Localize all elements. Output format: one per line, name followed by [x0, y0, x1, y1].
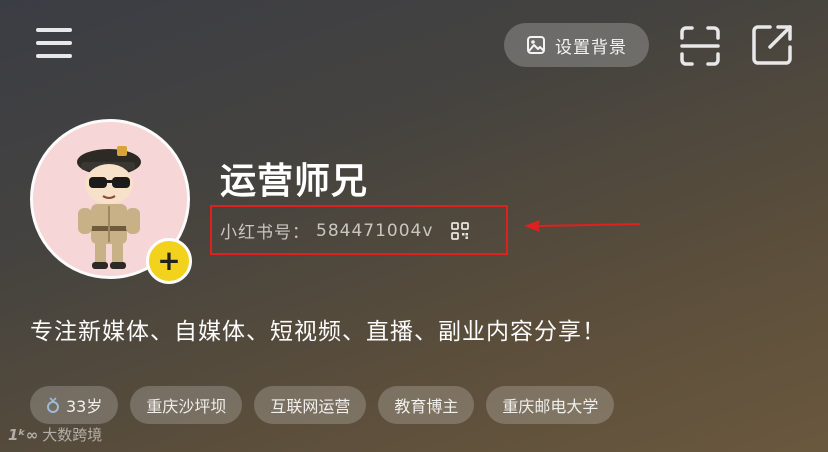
tag-occupation-label: 互联网运营	[270, 397, 351, 416]
watermark-logo: 1ᵏ∞	[8, 425, 39, 444]
hamburger-menu-icon[interactable]	[34, 26, 76, 62]
avatar-container: +	[30, 119, 192, 284]
tag-occupation[interactable]: 互联网运营	[254, 386, 367, 424]
tag-age[interactable]: 33岁	[30, 386, 119, 424]
watermark: 1ᵏ∞ 大数跨境	[8, 424, 102, 445]
tag-school-label: 重庆邮电大学	[502, 397, 599, 416]
plus-icon[interactable]: +	[146, 238, 192, 284]
ring-icon	[47, 397, 59, 413]
scan-icon[interactable]	[678, 24, 722, 68]
profile-bio: 专注新媒体、自媒体、短视频、直播、副业内容分享！	[30, 319, 606, 345]
tag-role-label: 教育博主	[394, 397, 459, 416]
tag-role[interactable]: 教育博主	[378, 386, 475, 424]
set-background-button[interactable]: 设置背景	[504, 23, 649, 67]
profile-tags: 33岁 重庆沙坪坝 互联网运营 教育博主 重庆邮电大学	[30, 386, 615, 424]
id-prefix: 小红书号：	[220, 223, 310, 243]
profile-name: 运营师兄	[220, 161, 369, 202]
id-value: 584471004v	[316, 220, 434, 241]
share-icon[interactable]	[750, 23, 794, 67]
annotation-arrow-icon	[524, 220, 641, 232]
tag-school[interactable]: 重庆邮电大学	[486, 386, 615, 424]
tag-location[interactable]: 重庆沙坪坝	[130, 386, 243, 424]
xiaohongshu-id: 小红书号： 584471004v	[220, 218, 470, 243]
tag-age-label: 33岁	[66, 397, 103, 416]
qr-code-icon[interactable]	[451, 221, 470, 240]
set-background-label: 设置背景	[555, 37, 627, 58]
top-bar: 设置背景	[0, 0, 828, 90]
watermark-text: 大数跨境	[42, 426, 103, 444]
tag-location-label: 重庆沙坪坝	[146, 397, 227, 416]
image-icon	[527, 36, 545, 54]
